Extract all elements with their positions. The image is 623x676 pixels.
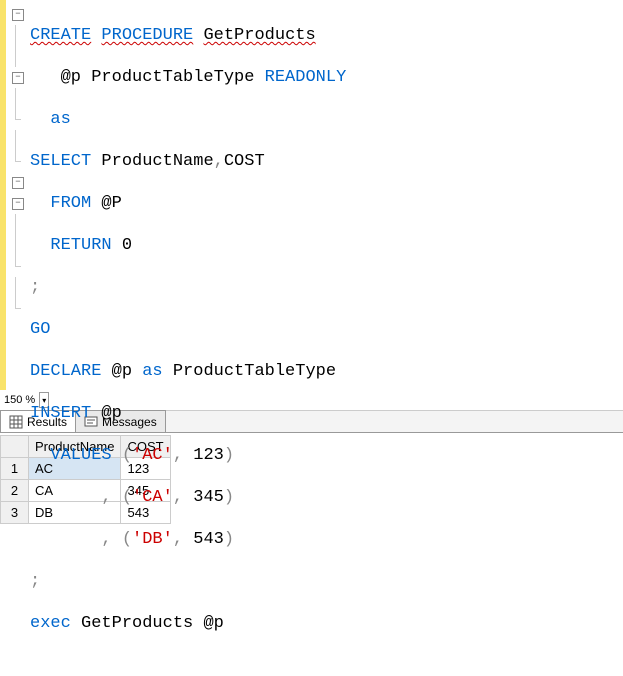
keyword: READONLY [265,68,347,87]
keyword: FROM [50,194,91,213]
number-literal: 123 [193,446,224,465]
keyword: PROCEDURE [101,26,193,45]
punct: ) [224,446,234,465]
punct: , [173,488,183,507]
fold-toggle-icon[interactable]: − [12,72,24,84]
variable: @P [101,194,121,213]
keyword: as [142,362,162,381]
variable: @p [61,68,81,87]
keyword: GO [30,320,50,339]
keyword: DECLARE [30,362,101,381]
punct: ( [122,446,132,465]
identifier: GetProducts [81,614,193,633]
keyword: SELECT [30,152,91,171]
punct: , ( [101,488,132,507]
punct: ) [224,488,234,507]
string-literal: 'DB' [132,530,173,549]
column: COST [224,152,265,171]
keyword: INSERT [30,404,91,423]
fold-toggle-icon[interactable]: − [12,177,24,189]
row-number[interactable]: 2 [1,480,29,502]
literal: 0 [122,236,132,255]
punct: ) [224,530,234,549]
string-literal: 'CA' [132,488,173,507]
keyword: RETURN [50,236,111,255]
column: ProductName [101,152,213,171]
grid-icon [9,415,23,429]
row-number[interactable]: 3 [1,502,29,524]
number-literal: 345 [193,488,224,507]
sql-editor[interactable]: − − − − CREATE PROCEDURE GetProducts @p … [0,0,623,390]
corner-cell [1,436,29,458]
keyword: CREATE [30,26,91,45]
punct: , [214,152,224,171]
fold-toggle-icon[interactable]: − [12,9,24,21]
punct: ; [30,278,40,297]
variable: @p [203,614,223,633]
punct: , [173,530,183,549]
keyword: VALUES [50,446,111,465]
punct: , [173,446,183,465]
fold-gutter: − − − − [6,0,30,390]
row-number[interactable]: 1 [1,458,29,480]
identifier: GetProducts [203,26,315,45]
string-literal: 'AC' [132,446,173,465]
number-literal: 543 [193,530,224,549]
code-text[interactable]: CREATE PROCEDURE GetProducts @p ProductT… [30,0,623,390]
fold-toggle-icon[interactable]: − [12,198,24,210]
type-name: ProductTableType [91,68,254,87]
keyword: as [50,110,70,129]
punct: ; [30,572,40,591]
variable: @p [101,404,121,423]
type-name: ProductTableType [173,362,336,381]
variable: @p [112,362,132,381]
keyword: exec [30,614,71,633]
punct: , ( [101,530,132,549]
